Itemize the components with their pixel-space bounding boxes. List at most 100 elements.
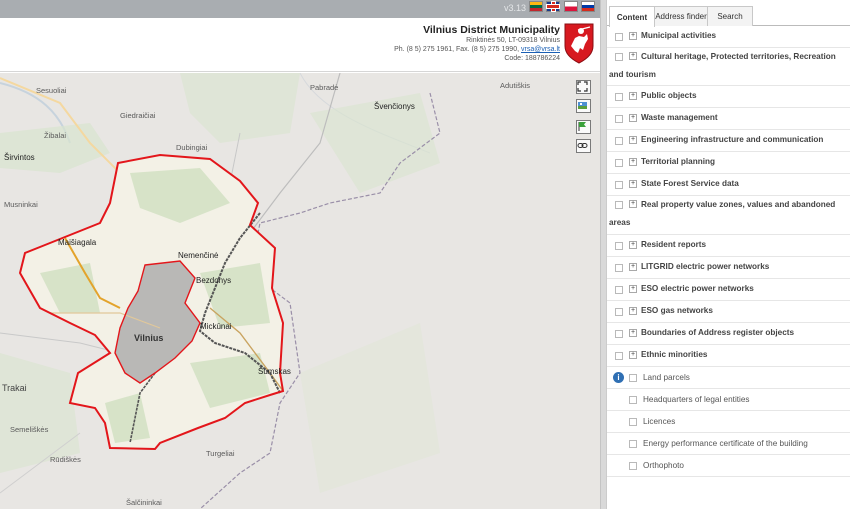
info-icon[interactable]: i (613, 372, 624, 383)
layer-label: Resident reports (641, 240, 707, 249)
expand-icon[interactable]: + (629, 114, 637, 122)
map-label-vilnius: Vilnius (134, 333, 164, 343)
russian-flag-icon[interactable] (581, 1, 595, 12)
fullscreen-button[interactable] (576, 80, 591, 94)
layer-label: Waste management (641, 113, 718, 122)
map-view[interactable]: Sesuoliai Žibalai Širvintos Musninkai Du… (0, 73, 600, 509)
map-label-bezdonys: Bezdonys (196, 276, 232, 285)
layer-row[interactable]: + Engineering infrastructure and communi… (607, 130, 850, 152)
layer-checkbox[interactable] (615, 137, 623, 145)
layer-checkbox[interactable] (629, 462, 637, 470)
map-label-semeliskes: Semeliškės (10, 425, 49, 434)
layer-label: Ethnic minorities (641, 350, 708, 359)
map-label-maisiagala: Maišiagala (58, 238, 97, 247)
layer-checkbox[interactable] (615, 242, 623, 250)
header: Vilnius District Municipality Rinktinės … (0, 18, 600, 72)
panel-tabs: Content Address finder Search (607, 6, 850, 27)
polish-flag-icon[interactable] (564, 1, 578, 12)
map-label-svencionys: Švenčionys (374, 102, 415, 111)
share-link-button[interactable] (576, 139, 591, 153)
coat-of-arms-icon (564, 23, 594, 64)
top-bar: v3.13 (0, 0, 600, 18)
layer-checkbox[interactable] (629, 374, 637, 382)
layer-row[interactable]: + Waste management (607, 108, 850, 130)
map-label-adutiskis: Adutiškis (500, 81, 531, 90)
layer-checkbox[interactable] (629, 418, 637, 426)
map-label-sesuoliai: Sesuoliai (36, 86, 67, 95)
email-link[interactable]: vrsa@vrsa.lt (521, 46, 560, 53)
municipality-code: Code: 188786224 (504, 55, 560, 62)
layer-row[interactable]: + Municipal activities (607, 26, 850, 48)
expand-icon[interactable]: + (629, 307, 637, 315)
map-label-sirvintos: Širvintos (4, 153, 35, 162)
layer-row[interactable]: + Cultural heritage, Protected territori… (607, 48, 850, 86)
expand-icon[interactable]: + (629, 263, 637, 271)
layer-checkbox[interactable] (615, 352, 623, 360)
map-label-trakai: Trakai (2, 383, 27, 393)
municipality-contacts: Ph. (8 5) 275 1961, Fax. (8 5) 275 1990,… (330, 45, 560, 54)
layer-checkbox[interactable] (615, 286, 623, 294)
contacts-text: Ph. (8 5) 275 1961, Fax. (8 5) 275 1990, (394, 46, 520, 53)
expand-icon[interactable]: + (629, 136, 637, 144)
layer-checkbox[interactable] (615, 181, 623, 189)
expand-icon[interactable]: + (629, 32, 637, 40)
expand-icon[interactable]: + (629, 285, 637, 293)
tab-search[interactable]: Search (707, 6, 753, 26)
map-label-turgeliai: Turgeliai (206, 449, 235, 458)
layer-checkbox[interactable] (615, 330, 623, 338)
basemap-button[interactable] (576, 99, 591, 113)
layer-row[interactable]: + Ethnic minorities (607, 345, 850, 367)
expand-icon[interactable]: + (629, 351, 637, 359)
sublayer-row[interactable]: Energy performance certificate of the bu… (607, 433, 850, 455)
link-icon (577, 143, 588, 148)
layer-row[interactable]: + Real property value zones, values and … (607, 196, 850, 235)
layer-row[interactable]: + Resident reports (607, 235, 850, 257)
layer-checkbox[interactable] (615, 93, 623, 101)
layer-row[interactable]: + Boundaries of Address register objects (607, 323, 850, 345)
expand-icon[interactable]: + (629, 180, 637, 188)
sublayer-row[interactable]: Headquarters of legal entities (607, 389, 850, 411)
fullscreen-icon (577, 81, 588, 92)
layer-row[interactable]: + Territorial planning (607, 152, 850, 174)
flag-icon (578, 122, 586, 131)
sublayer-row[interactable]: Licences (607, 411, 850, 433)
map-label-musninkai: Musninkai (4, 200, 38, 209)
municipality-title: Vilnius District Municipality (423, 24, 560, 36)
map-label-zibalai: Žibalai (44, 131, 67, 140)
lithuanian-flag-icon[interactable] (529, 1, 543, 12)
sublayer-row[interactable]: i Land parcels (607, 367, 850, 389)
layer-row[interactable]: + ESO gas networks (607, 301, 850, 323)
layer-label: LITGRID electric power networks (641, 262, 770, 271)
layer-label: Boundaries of Address register objects (641, 328, 795, 337)
municipality-info: Vilnius District Municipality Rinktinės … (330, 24, 560, 63)
tab-address-finder[interactable]: Address finder (654, 6, 708, 26)
layer-row[interactable]: + ESO electric power networks (607, 279, 850, 301)
layer-checkbox[interactable] (629, 440, 637, 448)
layer-checkbox[interactable] (615, 264, 623, 272)
layer-label: ESO gas networks (641, 306, 713, 315)
tab-content[interactable]: Content (609, 6, 655, 27)
layer-label: ESO electric power networks (641, 284, 754, 293)
layer-row[interactable]: + LITGRID electric power networks (607, 257, 850, 279)
layer-label: Municipal activities (641, 31, 717, 40)
layer-checkbox[interactable] (615, 159, 623, 167)
expand-icon[interactable]: + (629, 329, 637, 337)
map-label-dubingiai: Dubingiai (176, 143, 208, 152)
layer-label: Public objects (641, 91, 697, 100)
layer-checkbox[interactable] (629, 396, 637, 404)
expand-icon[interactable]: + (629, 92, 637, 100)
layer-checkbox[interactable] (615, 115, 623, 123)
map-label-nemencine: Nemenčinė (178, 251, 219, 260)
sublayer-row[interactable]: Orthophoto (607, 455, 850, 477)
layer-checkbox[interactable] (615, 308, 623, 316)
marker-button[interactable] (576, 120, 591, 134)
expand-icon[interactable]: + (629, 158, 637, 166)
layer-label: Real property value zones, values and ab… (609, 200, 836, 227)
layer-label: Orthophoto (643, 461, 684, 470)
layer-checkbox[interactable] (615, 33, 623, 41)
english-flag-icon[interactable] (546, 1, 560, 12)
map-canvas (0, 73, 441, 509)
layer-row[interactable]: + Public objects (607, 86, 850, 108)
layer-row[interactable]: + State Forest Service data (607, 174, 850, 196)
expand-icon[interactable]: + (629, 241, 637, 249)
